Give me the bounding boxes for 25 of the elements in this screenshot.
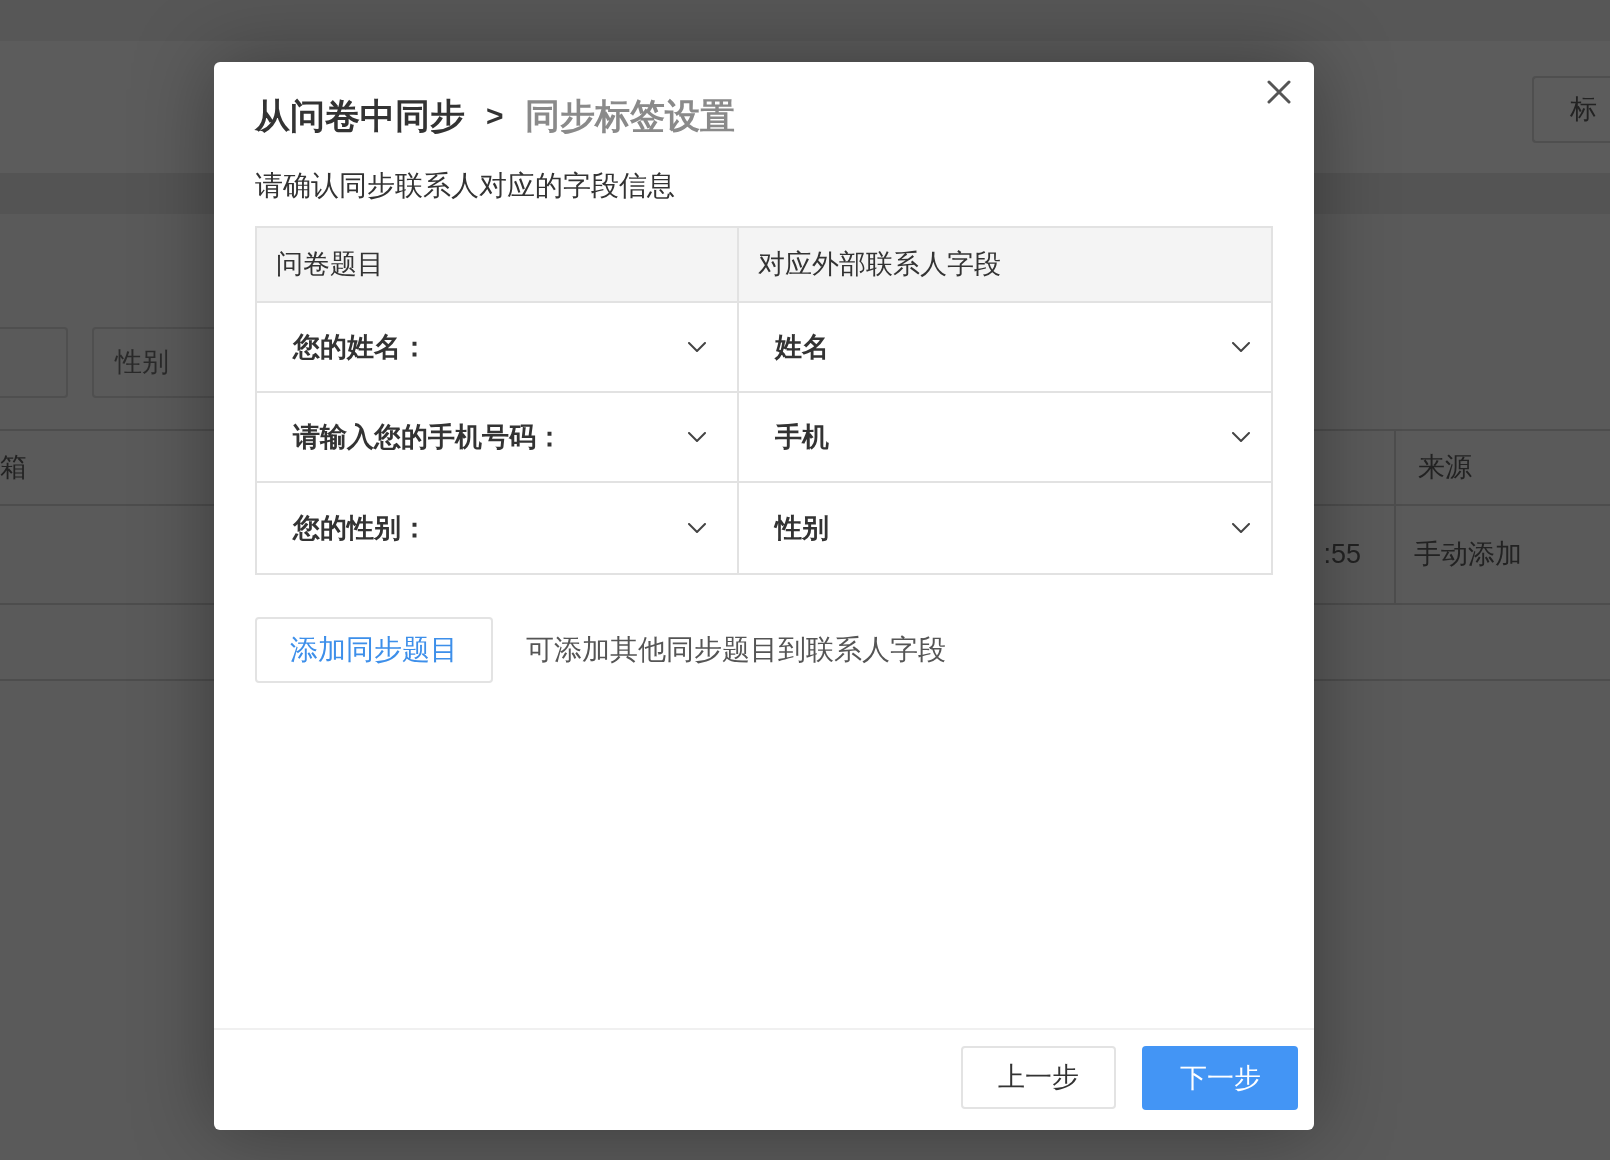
chevron-down-icon	[1232, 432, 1250, 442]
chevron-down-icon	[688, 342, 706, 352]
question-select[interactable]: 您的性别：	[257, 483, 739, 573]
column-header: 来源	[1418, 451, 1472, 485]
close-icon	[1267, 80, 1291, 104]
field-select[interactable]: 性别	[739, 483, 1271, 573]
column-header: 问卷题目	[257, 228, 739, 303]
chevron-down-icon	[688, 432, 706, 442]
hint-text: 可添加其他同步题目到联系人字段	[526, 633, 946, 667]
chevron-down-icon	[1232, 342, 1250, 352]
question-select[interactable]: 请输入您的手机号码：	[257, 393, 739, 483]
close-button[interactable]	[1267, 80, 1291, 104]
column-header: 对应外部联系人字段	[739, 228, 1271, 303]
dialog-title: 从问卷中同步	[255, 95, 465, 137]
step-title: 同步标签设置	[524, 95, 735, 137]
question-select[interactable]: 您的姓名：	[257, 303, 739, 393]
chevron-down-icon	[1232, 523, 1250, 533]
field-select[interactable]: 手机	[739, 393, 1271, 483]
source-text: 手动添加	[1414, 538, 1522, 572]
back-button[interactable]: 上一步	[961, 1046, 1116, 1109]
column-header: 箱	[0, 452, 27, 483]
breadcrumb-separator: >	[486, 98, 504, 134]
chevron-down-icon	[688, 523, 706, 533]
field-select[interactable]: 姓名	[739, 303, 1271, 393]
instruction-text: 请确认同步联系人对应的字段信息	[255, 169, 676, 203]
